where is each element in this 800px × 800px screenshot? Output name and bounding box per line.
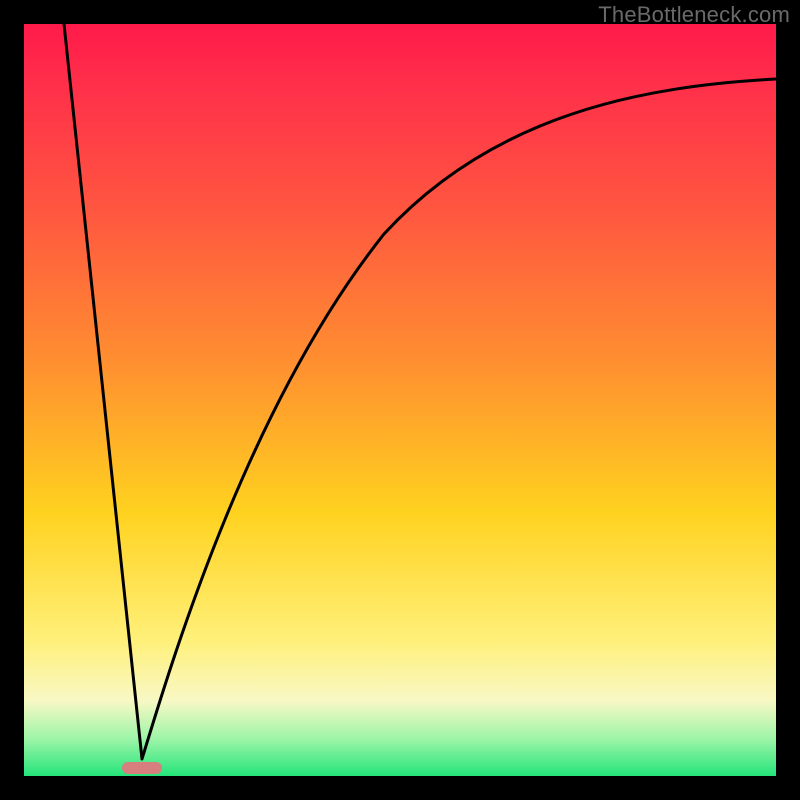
curve-layer xyxy=(24,24,776,776)
optimal-marker xyxy=(122,762,162,774)
bottleneck-curve xyxy=(64,24,776,759)
watermark: TheBottleneck.com xyxy=(598,2,790,28)
chart-frame: TheBottleneck.com xyxy=(0,0,800,800)
